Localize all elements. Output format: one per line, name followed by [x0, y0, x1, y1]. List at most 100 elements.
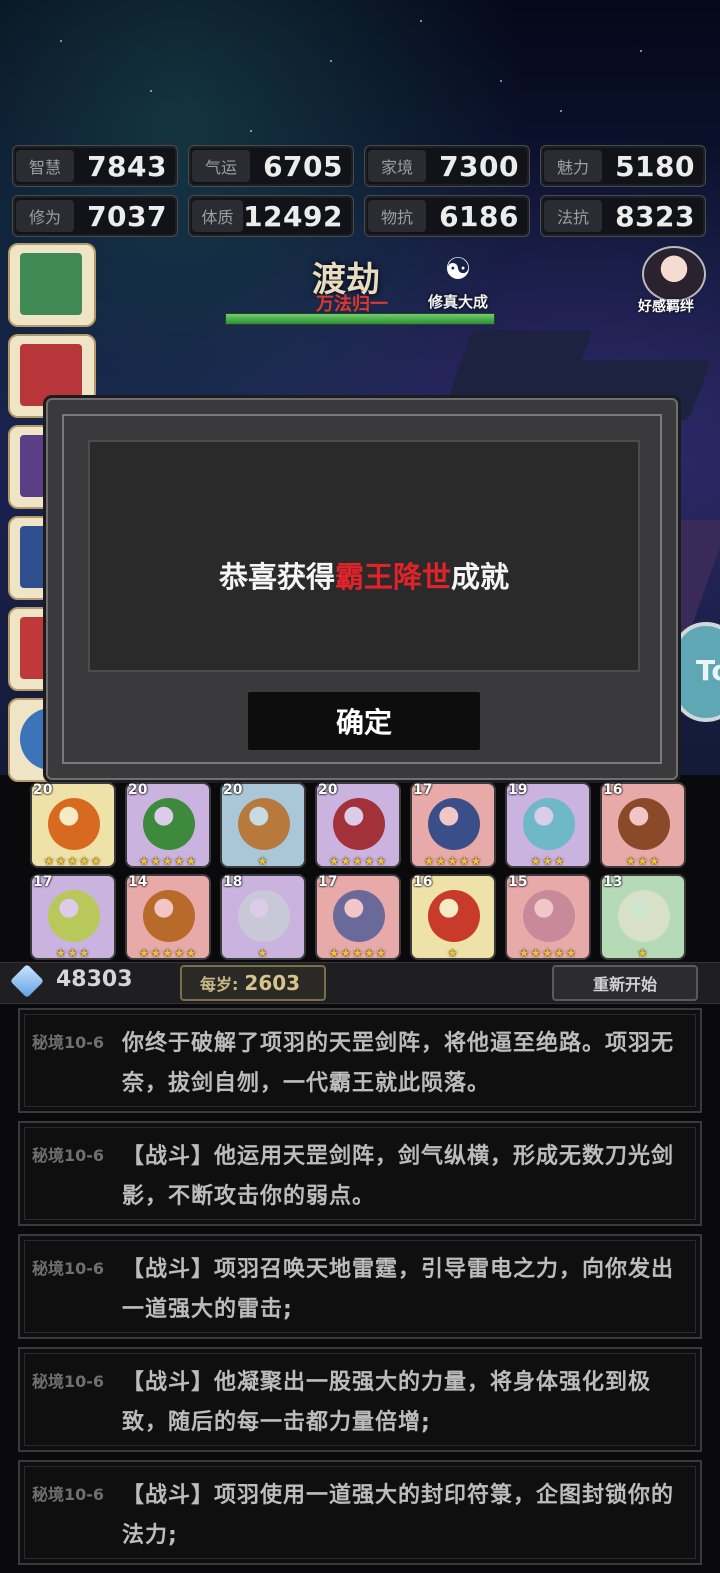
- side-button-label: To: [696, 654, 720, 687]
- equipment-slot[interactable]: 20 ★★★★★: [125, 782, 211, 868]
- equipment-icon: [618, 890, 670, 942]
- log-entry: 秘境10-6 【战斗】他凝聚出一股强大的力量，将身体强化到极致，随后的每一击都力量…: [18, 1347, 702, 1452]
- star-rating: ★★★★★: [328, 946, 388, 960]
- stat-value: 7843: [87, 149, 167, 183]
- equipment-icon: [238, 890, 290, 942]
- equipment-icon: [143, 890, 195, 942]
- side-round-button[interactable]: To: [672, 622, 720, 722]
- equipment-icon: [333, 798, 385, 850]
- star-rating: ★★★★★: [138, 946, 198, 960]
- equipment-slot[interactable]: 14 ★★★★★: [125, 874, 211, 960]
- equipment-icon: [333, 890, 385, 942]
- item-level: 14: [128, 874, 148, 890]
- progress-fill: [226, 314, 494, 324]
- stat-value: 6186: [439, 199, 519, 233]
- equipment-slot[interactable]: 20 ★★★★★: [30, 782, 116, 868]
- log-text: 【战斗】他运用天罡剑阵，剑气纵横，形成无数刀光剑影，不断攻击你的弱点。: [122, 1144, 675, 1209]
- log-entry: 秘境10-6 【战斗】他运用天罡剑阵，剑气纵横，形成无数刀光剑影，不断攻击你的弱点…: [18, 1121, 702, 1226]
- per-year-value: 2603: [244, 971, 301, 995]
- equipment-slot[interactable]: 13 ★: [600, 874, 686, 960]
- item-level: 20: [318, 782, 338, 798]
- item-level: 13: [603, 874, 623, 890]
- stat-value: 7037: [87, 199, 167, 233]
- stat-constitution: 体质 12492: [188, 195, 354, 237]
- equipment-icon: [143, 798, 195, 850]
- item-level: 20: [128, 782, 148, 798]
- equipment-icon: [618, 798, 670, 850]
- progress-bar: [225, 313, 495, 325]
- equipment-icon: [428, 890, 480, 942]
- stat-value: 8323: [615, 199, 695, 233]
- confirm-button[interactable]: 确定: [246, 690, 482, 752]
- stat-luck: 气运 6705: [188, 145, 354, 187]
- book-green-button[interactable]: [8, 243, 96, 327]
- equipment-icon: [523, 798, 575, 850]
- stat-label: 物抗: [368, 200, 426, 232]
- item-level: 19: [508, 782, 528, 798]
- log-entry: 秘境10-6 你终于破解了项羽的天罡剑阵，将他逼至绝路。项羽无奈，拔剑自刎，一代霸…: [18, 1008, 702, 1113]
- equipment-slot[interactable]: 16 ★: [410, 874, 496, 960]
- message-suffix: 成就: [451, 560, 510, 594]
- stat-label: 家境: [368, 150, 426, 182]
- equipment-slot[interactable]: 18 ★: [220, 874, 306, 960]
- star-rating: ★★★: [530, 854, 566, 868]
- log-text: 你终于破解了项羽的天罡剑阵，将他逼至绝路。项羽无奈，拔剑自刎，一代霸王就此陨落。: [122, 1031, 675, 1096]
- equipment-slot[interactable]: 17 ★★★★★: [315, 874, 401, 960]
- stats-grid: 智慧 7843 气运 6705 家境 7300 魅力 5180 修为 7037 体质 124…: [12, 145, 708, 237]
- equipment-grid: 20 ★★★★★ 20 ★★★★★ 20 ★ 20 ★★★★★ 17 ★★★★★ 19 ★★★ 16 ★★…: [30, 782, 692, 960]
- equipment-slot[interactable]: 17 ★★★: [30, 874, 116, 960]
- achievement-dialog: 恭喜获得霸王降世成就 确定: [46, 398, 678, 780]
- equipment-icon: [523, 890, 575, 942]
- equipment-slot[interactable]: 15 ★★★★★: [505, 874, 591, 960]
- equipment-slot[interactable]: 20 ★★★★★: [315, 782, 401, 868]
- equipment-slot[interactable]: 16 ★★★: [600, 782, 686, 868]
- stat-wisdom: 智慧 7843: [12, 145, 178, 187]
- log-tag: 秘境10-6: [32, 1033, 105, 1052]
- event-log: 秘境10-6 你终于破解了项羽的天罡剑阵，将他逼至绝路。项羽无奈，拔剑自刎，一代霸…: [18, 1008, 702, 1573]
- stat-label: 智慧: [16, 150, 74, 182]
- companion-avatar-icon[interactable]: [642, 246, 706, 302]
- equipment-slot[interactable]: 19 ★★★: [505, 782, 591, 868]
- stat-phys-resist: 物抗 6186: [364, 195, 530, 237]
- star-rating: ★★★★★: [43, 854, 103, 868]
- dialog-message: 恭喜获得霸王降世成就: [90, 554, 638, 596]
- stat-label: 法抗: [544, 200, 602, 232]
- star-rating: ★★★: [625, 854, 661, 868]
- star-rating: ★: [257, 854, 269, 868]
- stat-label: 气运: [192, 150, 250, 182]
- log-entry: 秘境10-6 【战斗】项羽召唤天地雷霆，引导雷电之力，向你发出一道强大的雷击;: [18, 1234, 702, 1339]
- per-year-label: 每岁:: [200, 975, 239, 994]
- stat-value: 7300: [439, 149, 519, 183]
- item-level: 16: [603, 782, 623, 798]
- item-level: 18: [223, 874, 243, 890]
- equipment-icon: [48, 890, 100, 942]
- star-rating: ★: [257, 946, 269, 960]
- stat-value: 6705: [263, 149, 343, 183]
- cultivation-status: 修真大成: [428, 293, 489, 311]
- crystal-count: 48303: [56, 967, 133, 992]
- star-rating: ★: [637, 946, 649, 960]
- item-level: 16: [413, 874, 433, 890]
- stat-cultivation: 修为 7037: [12, 195, 178, 237]
- equipment-icon: [428, 798, 480, 850]
- log-tag: 秘境10-6: [32, 1259, 105, 1278]
- star-rating: ★★★★★: [518, 946, 578, 960]
- restart-button[interactable]: 重新开始: [552, 965, 698, 1001]
- dialog-message-box: 恭喜获得霸王降世成就: [88, 440, 640, 672]
- stat-magic-resist: 法抗 8323: [540, 195, 706, 237]
- star-rating: ★: [447, 946, 459, 960]
- item-level: 17: [413, 782, 433, 798]
- equipment-slot[interactable]: 20 ★: [220, 782, 306, 868]
- item-level: 17: [318, 874, 338, 890]
- achievement-name: 霸王降世: [334, 560, 451, 594]
- affinity-label[interactable]: 好感羁绊: [638, 296, 694, 316]
- log-tag: 秘境10-6: [32, 1485, 105, 1504]
- star-rating: ★★★★★: [328, 854, 388, 868]
- log-text: 【战斗】项羽使用一道强大的封印符箓，企图封锁你的法力;: [122, 1483, 675, 1548]
- log-text: 【战斗】项羽召唤天地雷霆，引导雷电之力，向你发出一道强大的雷击;: [122, 1257, 675, 1322]
- item-level: 20: [223, 782, 243, 798]
- message-prefix: 恭喜获得: [218, 560, 335, 594]
- stat-label: 体质: [192, 200, 244, 232]
- equipment-slot[interactable]: 17 ★★★★★: [410, 782, 496, 868]
- stat-value: 5180: [615, 149, 695, 183]
